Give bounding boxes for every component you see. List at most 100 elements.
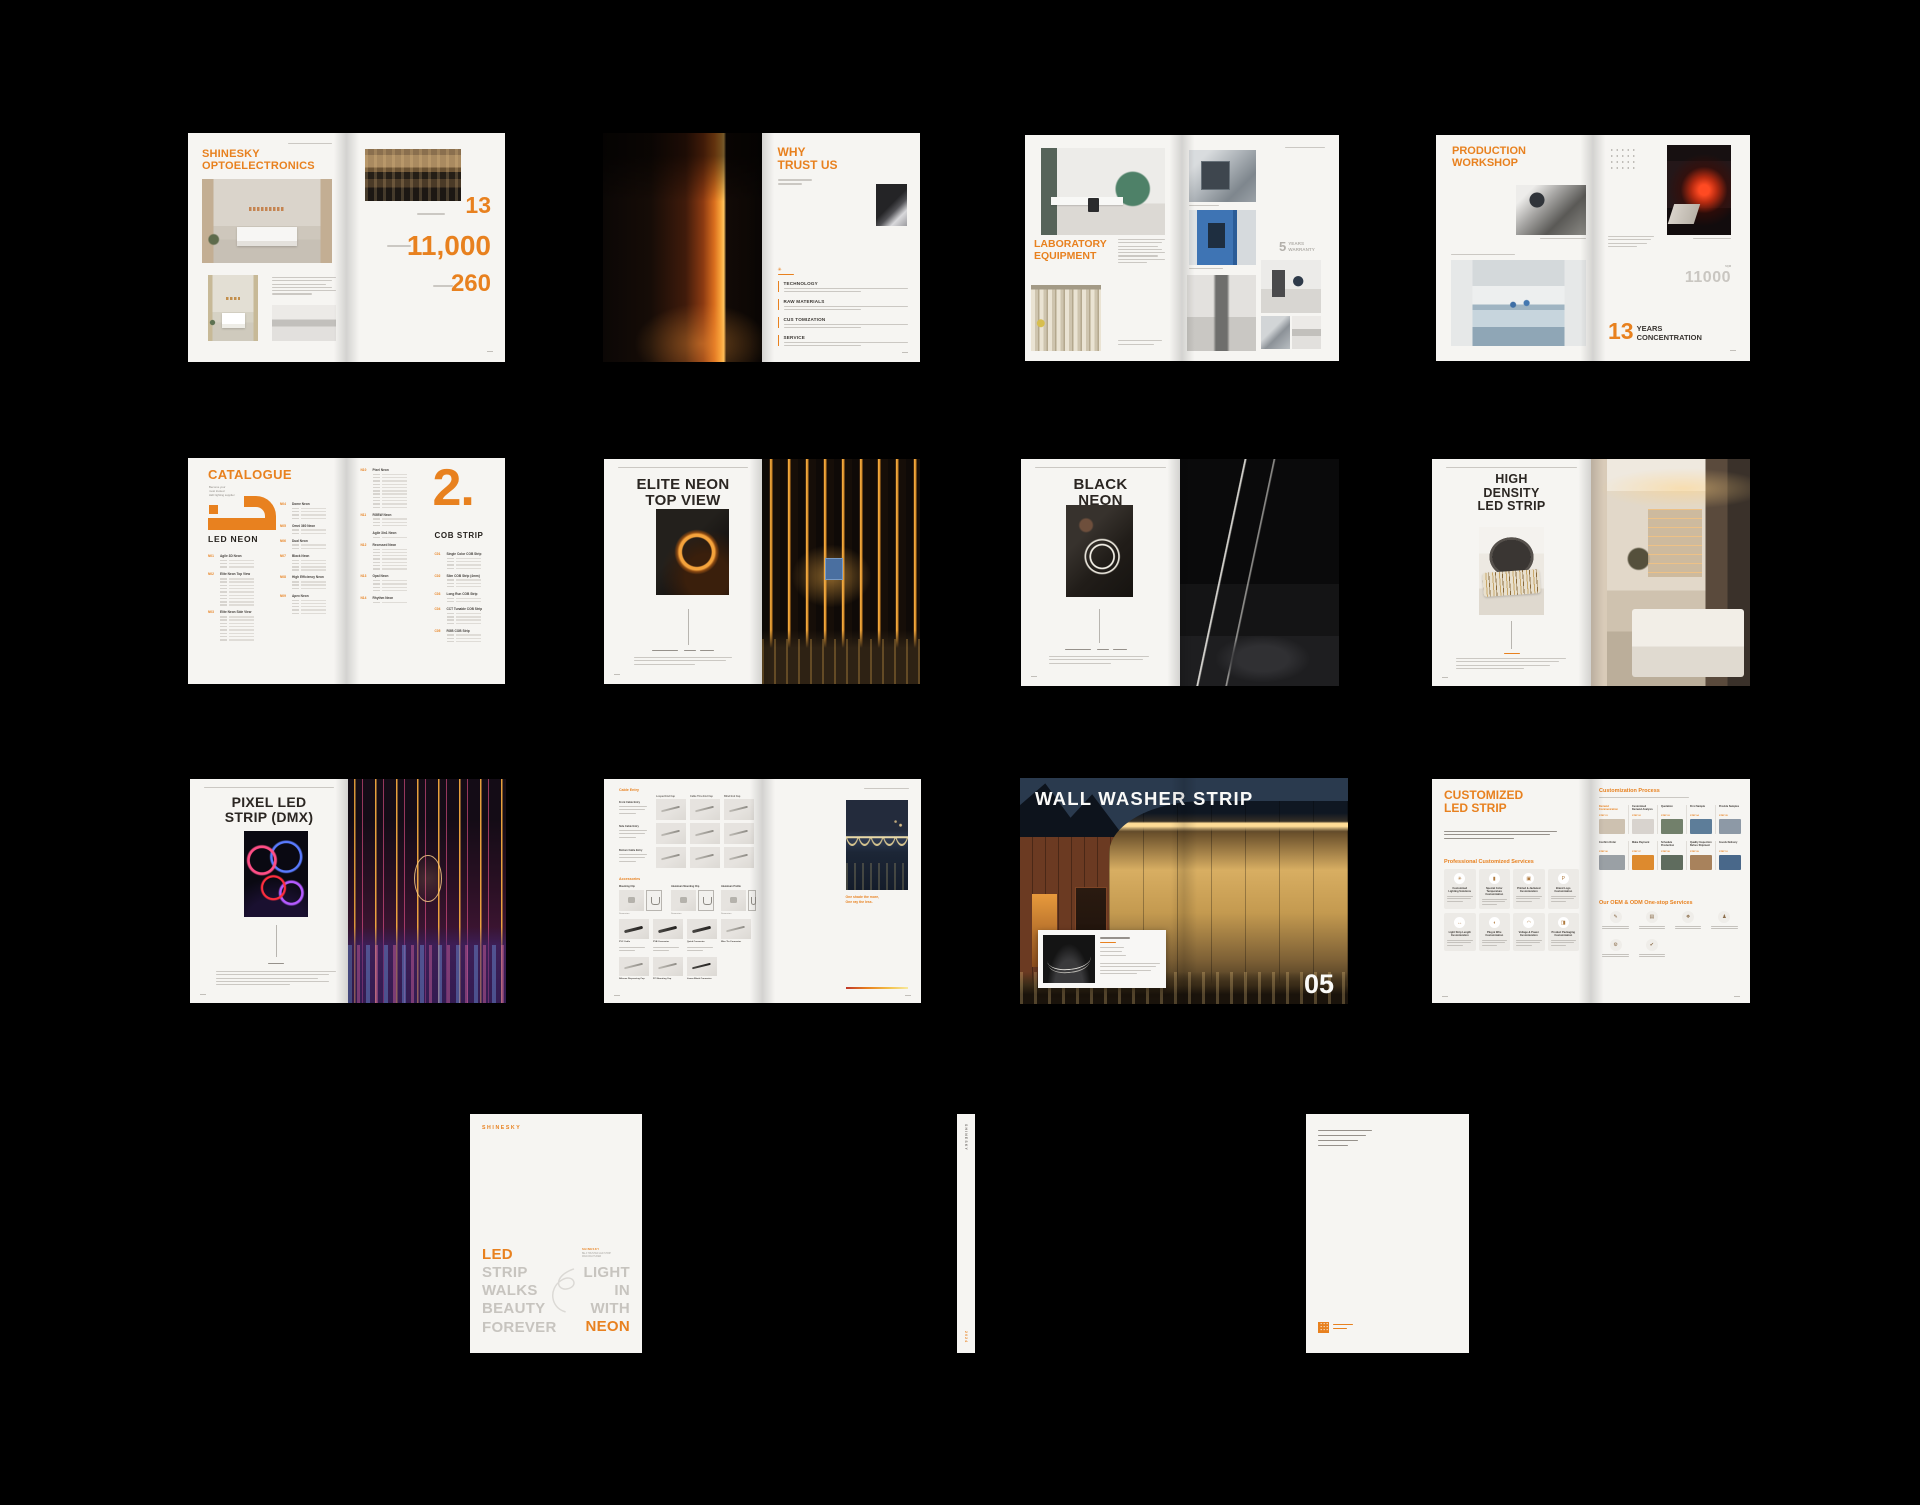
step-number: STEP 06	[1599, 851, 1625, 853]
step-title: First Sample	[1690, 805, 1712, 814]
process-step: First Sample STEP 04	[1686, 805, 1712, 834]
accessory-note	[653, 947, 679, 954]
section-subline	[1599, 797, 1689, 798]
neon-closeup-photo	[656, 509, 729, 595]
service-card: ↔ Light Strip Length Customization	[1444, 913, 1476, 950]
end-cap-photo	[724, 799, 754, 820]
row-label: Side Cable Entry	[619, 825, 651, 828]
end-cap-photo	[656, 847, 686, 868]
spread-high-density: HIGH DENSITY LED STRIP	[1432, 459, 1750, 686]
section-code: N09	[280, 594, 289, 598]
step-photo	[1661, 855, 1683, 870]
end-cap-photo	[690, 847, 720, 868]
page-title: CUSTOMIZED LED STRIP	[1444, 789, 1523, 815]
trust-item-title: TECHNOLOGY	[784, 281, 909, 286]
silicone-cap-photo	[619, 957, 649, 976]
rule-line	[1035, 467, 1166, 468]
end-cap-photo	[690, 799, 720, 820]
oem-feature: ❖	[1672, 911, 1705, 931]
step-title: Goods Delivery	[1719, 841, 1741, 850]
service-icon: ◨	[1558, 917, 1569, 928]
catalogue-section: N07Black Neon	[280, 554, 336, 571]
section-code: N03	[208, 610, 217, 614]
page-title: PRODUCTION WORKSHOP	[1452, 145, 1526, 169]
trust-item: SERVICE	[778, 335, 909, 346]
intro-line: LED lighting supplier	[209, 493, 235, 497]
trust-item-text	[784, 342, 909, 346]
row-label: Bottom Cable Entry	[619, 849, 651, 852]
column-header: Cable Thru End Cap	[690, 795, 720, 798]
badge-icon: ✳	[778, 267, 782, 273]
dimension-diagram	[748, 890, 756, 911]
section-code: N06	[280, 539, 289, 543]
area-unit: SQM	[1725, 265, 1731, 268]
step-title: Make Payment	[1632, 841, 1654, 850]
spread-wall-washer: WALL WASHER STRIP 05	[1020, 778, 1348, 1004]
hd-left-page: HIGH DENSITY LED STRIP	[1432, 459, 1591, 686]
intro-paragraph	[1444, 831, 1557, 841]
spread-pixel-led: PIXEL LED STRIP (DMX)	[190, 779, 506, 1003]
section-name: CCT Tunable COB Strip	[447, 607, 493, 611]
process-step: Confirm Order STEP 06	[1599, 841, 1625, 870]
step-title: Demand Communication	[1599, 805, 1625, 814]
end-cap-photo	[656, 823, 686, 844]
service-description	[1447, 940, 1473, 946]
dot-grid-ornament	[1609, 147, 1635, 169]
card-spec-line	[1100, 947, 1124, 948]
section-name: Opal Neon	[373, 574, 419, 578]
cover-word: LIGHT	[584, 1264, 631, 1282]
service-card: P Brand Logo Customization	[1548, 869, 1580, 909]
oem-icon: ❖	[1682, 911, 1694, 923]
page-header-caption	[864, 788, 909, 789]
meeting-room-photo	[365, 149, 461, 201]
service-card: ✳ Customized Lighting Solutions	[1444, 869, 1476, 909]
accessory-label: Aluminum Profile	[721, 885, 741, 888]
description-text	[1456, 658, 1566, 671]
page-number	[902, 352, 908, 353]
qr-code	[1318, 1322, 1329, 1333]
lab-paragraph	[1118, 239, 1165, 265]
section-name: Pixel Neon	[373, 468, 419, 472]
corner-light-photo	[876, 184, 907, 226]
row-label: Front Cable Entry	[619, 801, 651, 804]
trust-item-text	[784, 324, 909, 328]
section-heading: Customization Process	[1599, 788, 1660, 794]
section-code: N14	[361, 596, 370, 600]
card-title-line	[1100, 937, 1130, 939]
service-card: ◨ Product Packaging Customization	[1548, 913, 1580, 950]
service-title: Special Color Temperature Customization	[1482, 887, 1508, 897]
address-line	[1318, 1145, 1348, 1146]
cover-word: WITH	[584, 1300, 631, 1318]
chapter-number: 05	[1304, 969, 1334, 1000]
catalogue-column-2: N04Dome Neon N05Omni 360 Neon N06Dual Ne…	[280, 502, 336, 619]
step-photo	[1632, 855, 1654, 870]
lab-right-page: 5 YEARS WARRANTY	[1182, 135, 1339, 361]
spec-caption	[1065, 649, 1091, 650]
mounting-clip-photo	[619, 890, 644, 911]
section-name: Elite Neon Side View	[220, 610, 270, 614]
cover-word: IN	[584, 1282, 631, 1300]
process-step: Make Payment STEP 07	[1628, 841, 1654, 870]
section-name: Rhythm Neon	[373, 596, 419, 600]
page-header-caption	[288, 143, 332, 144]
logo-square	[209, 505, 218, 514]
step-title: Schedule Production	[1661, 841, 1683, 850]
service-icon: ✳	[1454, 873, 1465, 884]
stat-label	[417, 213, 445, 215]
oem-caption	[1635, 954, 1668, 958]
trust-item-text	[784, 288, 909, 292]
step-photo	[1719, 855, 1741, 870]
accessories-right-page: One shade the more, One ray the less.	[763, 779, 922, 1003]
catalogue-section: C01Single Color COB Strip	[435, 552, 493, 569]
dimension-caption: Dimension	[721, 913, 731, 915]
dimension-caption: Dimension	[671, 913, 681, 915]
spec-caption	[1113, 649, 1127, 650]
catalogue-cob-column: C01Single Color COB Strip C02Slim COB St…	[435, 552, 493, 647]
service-title: Light Strip Length Customization	[1447, 931, 1473, 938]
led-strip-reel-photo	[1479, 527, 1544, 615]
catalogue-section: N14Rhythm Neon	[361, 596, 419, 603]
section-name: Single Color COB Strip	[447, 552, 493, 556]
page-number	[614, 995, 620, 996]
page-number	[1031, 676, 1037, 677]
warranty-value: 5	[1279, 239, 1286, 254]
